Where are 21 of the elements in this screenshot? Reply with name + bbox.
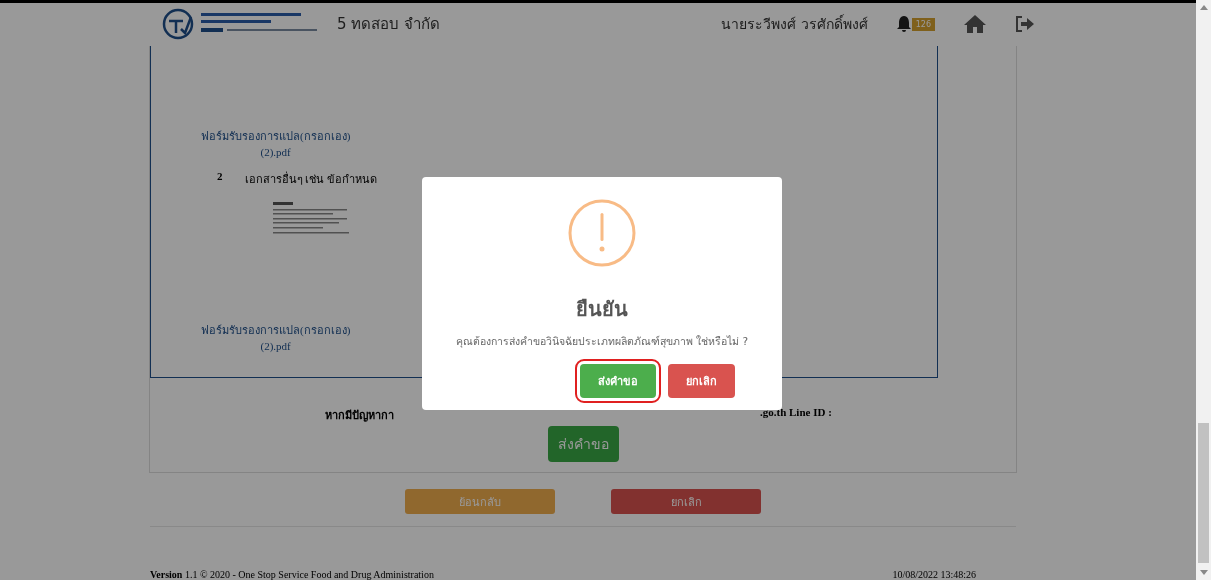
bell-icon[interactable] [895,15,912,34]
dialog-message: คุณต้องการส่งคำขอวินิจฉัยประเภทผลิตภัณฑ์สุขภาพ ใช่หรือไม่ ? [455,334,749,350]
logout-icon[interactable] [1015,15,1035,34]
contact-text: หากมีปัญหากา [325,408,394,424]
user-name: นายระวีพงศ์ วรศักดิ์พงศ์ [721,13,868,35]
item-number: 2 [217,170,223,184]
item-text: เอกสารอื่นๆ เช่น ข้อกำหนด [244,170,377,187]
action-button[interactable]: ยกเลิก [611,489,761,514]
warning-icon [568,199,636,267]
submit-button[interactable]: ส่งคำขอ [547,426,619,462]
home-icon[interactable] [963,14,987,35]
file-link[interactable]: ฟอร์มรับรองการแปล(กรอกเอง) (2).pdf [201,128,351,160]
version-text: Version 1.1 © 2020 - One Stop Service Food and Drug Administration [150,569,434,580]
action-button[interactable]: ย้อนกลับ [405,489,555,514]
timestamp: 10/08/2022 13:48:26 [892,569,976,580]
file-link[interactable]: ฟอร์มรับรองการแปล(กรอกเอง) (2).pdf [201,322,351,354]
notification-badge: 126 [911,17,935,31]
scrollbar[interactable] [1196,0,1211,580]
dialog-title: ยืนยัน [576,296,628,323]
cancel-button[interactable]: ยกเลิก [667,364,735,398]
company-name: 5 ทดสอบ จำกัด [337,14,441,36]
